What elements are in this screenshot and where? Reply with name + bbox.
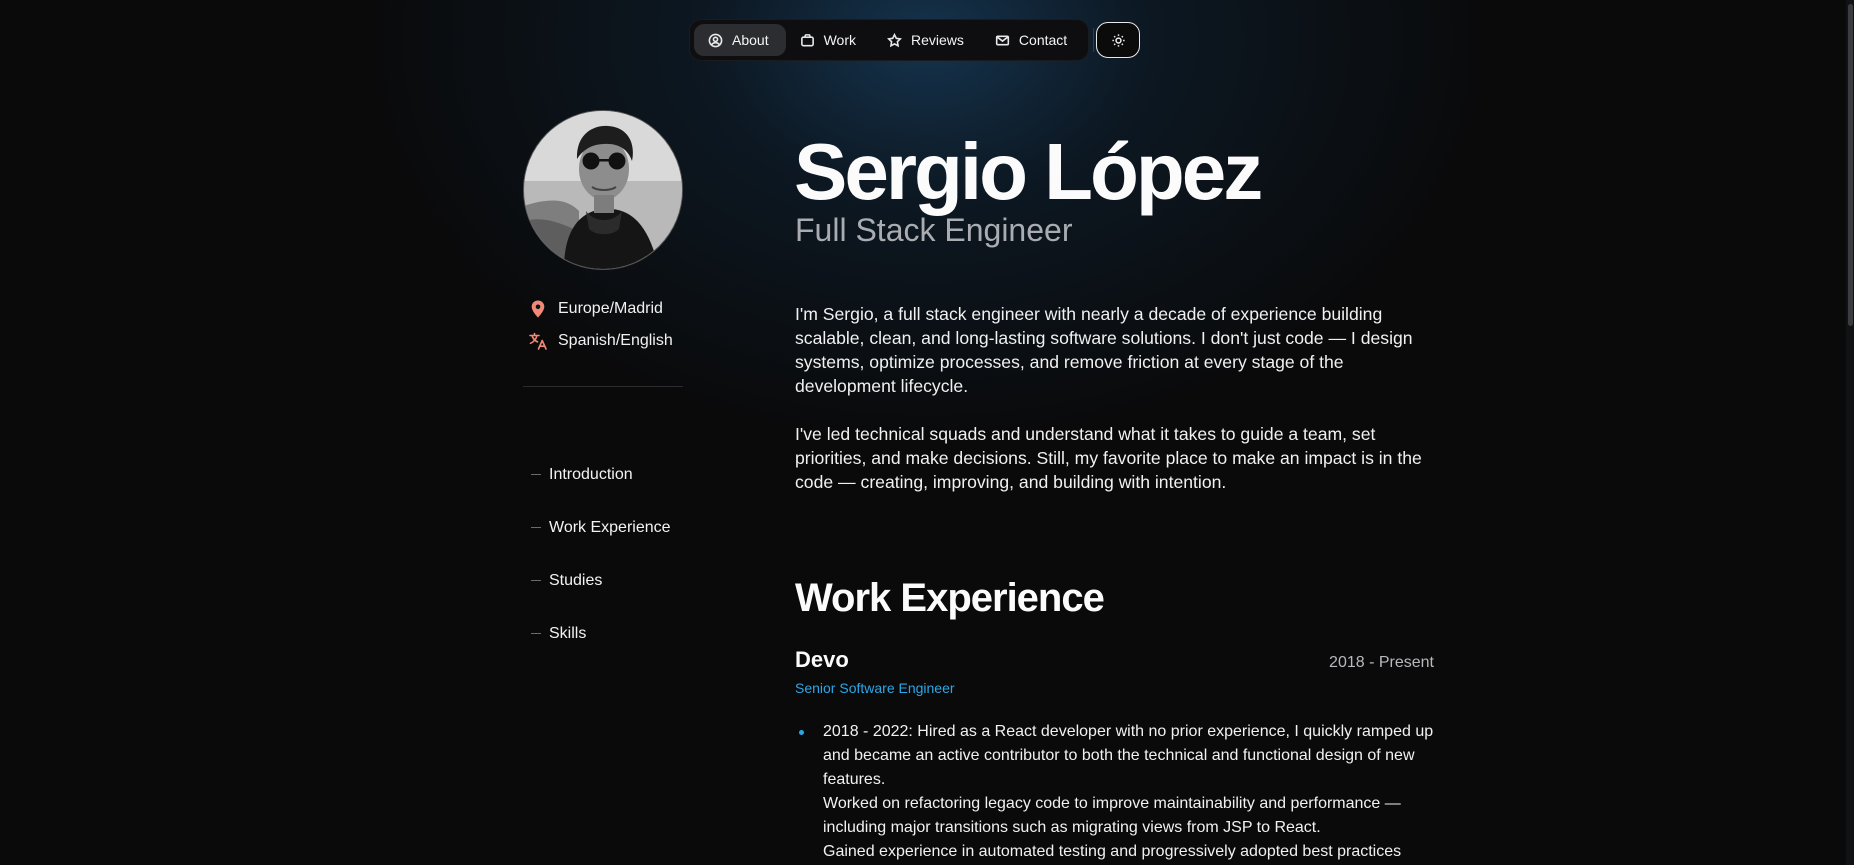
- briefcase-icon: [800, 33, 814, 46]
- list-item: 2018 - 2022: Hired as a React developer …: [795, 720, 1435, 864]
- nav-label: Contact: [1018, 32, 1068, 48]
- bullet-line: Gained experience in automated testing a…: [823, 843, 1402, 860]
- nav-label: Work: [823, 32, 857, 48]
- languages-text: Spanish/English: [558, 332, 673, 349]
- top-nav: About Work Reviews Contact: [689, 19, 1141, 61]
- toc-label: Studies: [549, 571, 603, 589]
- nav-divider: [1093, 28, 1095, 52]
- languages-row: Spanish/English: [528, 325, 673, 357]
- work-experience-heading: Work Experience: [795, 576, 1105, 620]
- nav-pill: About Work Reviews Contact: [689, 19, 1090, 61]
- toc-item-studies[interactable]: Studies: [531, 554, 671, 607]
- job-bullets: 2018 - 2022: Hired as a React developer …: [795, 720, 1435, 864]
- mail-icon: [995, 34, 1010, 46]
- star-icon: [887, 32, 903, 47]
- avatar-photo: [524, 111, 682, 269]
- toc-dash: [531, 474, 541, 475]
- toc-label: Skills: [549, 624, 587, 642]
- nav-item-reviews[interactable]: Reviews: [873, 24, 981, 56]
- user-circle-icon: [708, 33, 723, 47]
- job-position: Senior Software Engineer: [795, 680, 955, 696]
- toc-label: Work Experience: [549, 518, 671, 536]
- intro-paragraph: I'm Sergio, a full stack engineer with n…: [795, 304, 1413, 396]
- theme-toggle-button[interactable]: [1096, 22, 1141, 58]
- nav-item-work[interactable]: Work: [786, 24, 873, 56]
- nav-label: Reviews: [911, 32, 964, 48]
- map-pin-icon: [531, 300, 545, 318]
- translate-icon: [529, 332, 547, 350]
- sun-icon: [1112, 33, 1125, 47]
- bullet-line: Worked on refactoring legacy code to imp…: [823, 795, 1401, 836]
- table-of-contents: Introduction Work Experience Studies Ski…: [531, 448, 671, 660]
- toc-dash: [531, 527, 541, 528]
- job-period: 2018 - Present: [1329, 654, 1434, 671]
- page-title: Sergio López: [794, 127, 1263, 216]
- toc-label: Introduction: [549, 465, 633, 483]
- bullet-line: 2018 - 2022: Hired as a React developer …: [823, 723, 1434, 788]
- avatar: [523, 110, 683, 270]
- introduction-section: I'm Sergio, a full stack engineer with n…: [795, 302, 1445, 518]
- scrollbar-thumb[interactable]: [1848, 4, 1853, 326]
- nav-label: About: [732, 32, 769, 48]
- intro-paragraph: I've led technical squads and understand…: [795, 424, 1422, 492]
- page-subtitle: Full Stack Engineer: [795, 212, 1073, 248]
- profile-meta: Europe/Madrid Spanish/English: [528, 293, 673, 357]
- toc-item-work-experience[interactable]: Work Experience: [531, 501, 671, 554]
- company-name: Devo: [795, 647, 849, 672]
- scrollbar-track[interactable]: [1846, 0, 1854, 865]
- location-row: Europe/Madrid: [528, 293, 673, 325]
- nav-item-about[interactable]: About: [694, 24, 786, 56]
- sidebar-divider: [523, 386, 683, 387]
- toc-item-skills[interactable]: Skills: [531, 607, 671, 660]
- location-text: Europe/Madrid: [558, 300, 663, 317]
- toc-dash: [531, 580, 541, 581]
- nav-item-contact[interactable]: Contact: [981, 24, 1084, 56]
- toc-dash: [531, 633, 541, 634]
- toc-item-introduction[interactable]: Introduction: [531, 448, 671, 501]
